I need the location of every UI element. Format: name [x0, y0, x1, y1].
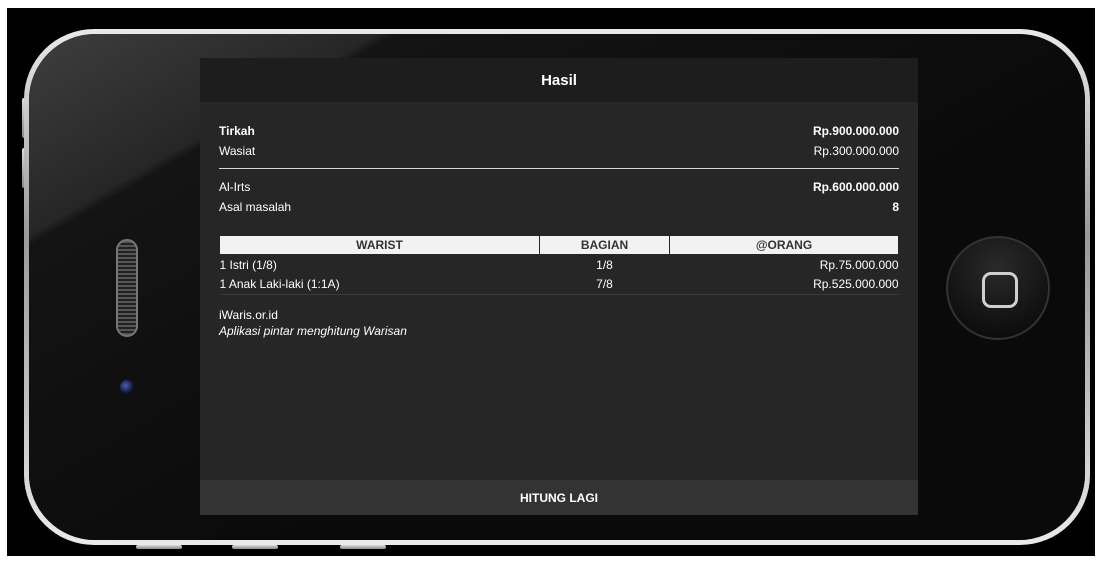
tirkah-row: Tirkah Rp.900.000.000	[219, 121, 899, 141]
page-title: Hasil	[200, 58, 918, 102]
asal-masalah-row: Asal masalah 8	[219, 197, 899, 217]
wasiat-value: Rp.300.000.000	[813, 144, 899, 158]
table-row: 1 Anak Laki-laki (1:1A) 7/8 Rp.525.000.0…	[219, 274, 899, 295]
alirts-label: Al-Irts	[219, 180, 251, 194]
wasiat-row: Wasiat Rp.300.000.000	[219, 141, 899, 161]
table-header-row: WARIST BAGIAN @ORANG	[219, 235, 899, 255]
asal-masalah-value: 8	[892, 200, 899, 214]
result-content: Tirkah Rp.900.000.000 Wasiat Rp.300.000.…	[200, 102, 918, 338]
app-screen: Hasil Tirkah Rp.900.000.000 Wasiat Rp.30…	[200, 58, 918, 515]
heir-share: 1/8	[596, 257, 613, 272]
heir-name: 1 Anak Laki-laki (1:1A)	[219, 274, 540, 295]
side-button	[340, 545, 386, 549]
side-button	[232, 545, 278, 549]
column-header-orang: @ORANG	[669, 235, 899, 255]
alirts-value: Rp.600.000.000	[812, 180, 899, 194]
home-square-icon	[982, 272, 1018, 308]
heir-name: 1 Istri (1/8)	[219, 257, 277, 272]
heirs-table: WARIST BAGIAN @ORANG 1 Istri (1/8) 1/8 R…	[219, 235, 899, 295]
home-button[interactable]	[946, 236, 1050, 340]
alirts-row: Al-Irts Rp.600.000.000	[219, 177, 899, 197]
site-name: iWaris.or.id	[219, 308, 278, 322]
heir-share: 7/8	[539, 274, 670, 295]
heir-amount: Rp.525.000.000	[669, 274, 899, 295]
asal-masalah-label: Asal masalah	[219, 200, 292, 214]
site-tagline: Aplikasi pintar menghitung Warisan	[219, 324, 407, 338]
hitung-lagi-button[interactable]: HITUNG LAGI	[200, 480, 918, 515]
wasiat-label: Wasiat	[219, 144, 256, 158]
divider	[219, 168, 899, 169]
speaker-grille	[116, 239, 138, 337]
side-button	[136, 545, 182, 549]
tirkah-label: Tirkah	[219, 124, 255, 138]
heir-amount: Rp.75.000.000	[819, 257, 899, 272]
column-header-bagian: BAGIAN	[539, 235, 670, 255]
table-row: 1 Istri (1/8) 1/8 Rp.75.000.000	[220, 255, 899, 275]
tirkah-value: Rp.900.000.000	[812, 124, 899, 138]
column-header-warist: WARIST	[219, 235, 540, 255]
camera-icon	[120, 380, 134, 394]
